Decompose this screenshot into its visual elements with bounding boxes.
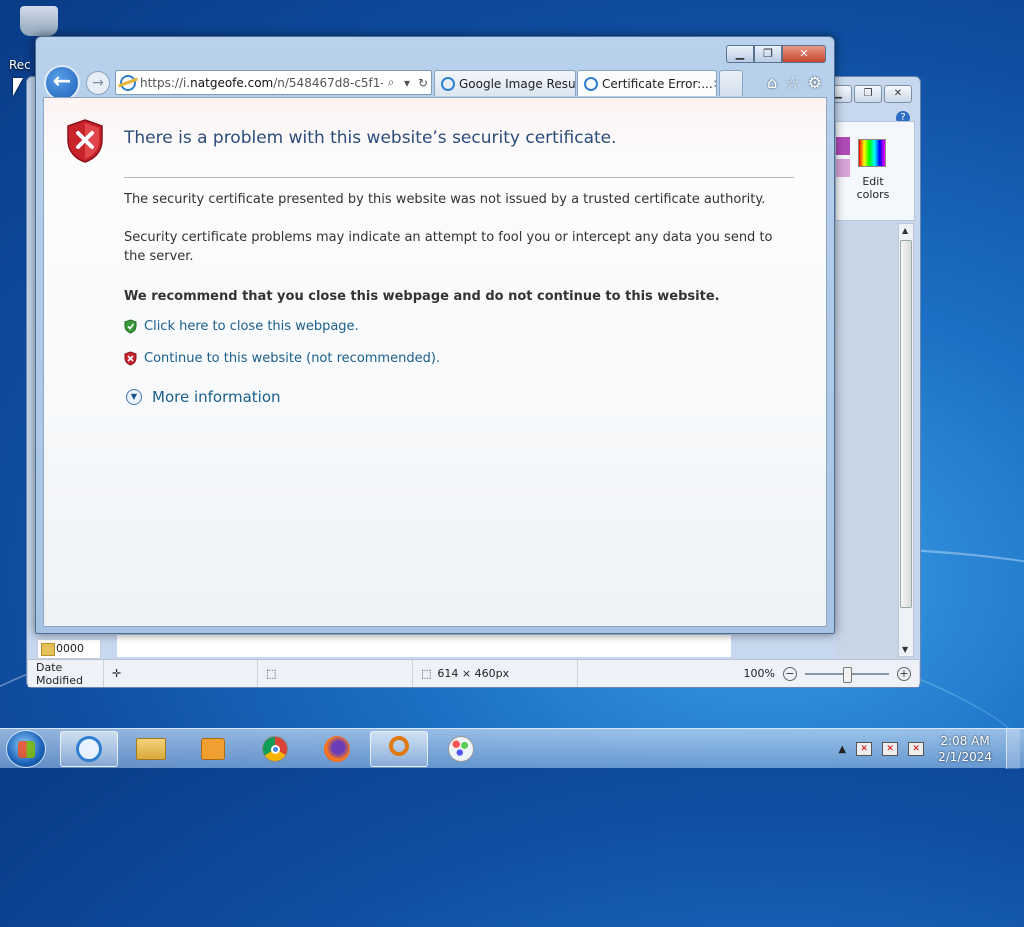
page-title: There is a problem with this website’s s… xyxy=(124,128,617,148)
show-desktop-button[interactable] xyxy=(1006,729,1020,769)
taskbar-paint-icon[interactable] xyxy=(432,731,490,767)
network-icon[interactable]: ✕ xyxy=(882,742,899,756)
zoom-controls: 100% − + xyxy=(578,660,919,687)
color-swatch[interactable] xyxy=(836,137,850,155)
date-modified-label: Date Modified xyxy=(28,660,104,687)
recycle-bin-icon[interactable] xyxy=(20,6,58,36)
page-content: There is a problem with this website’s s… xyxy=(43,97,827,627)
edit-colors-icon[interactable] xyxy=(858,139,886,167)
address-url[interactable]: https://i.natgeofe.com/n/548467d8-c5f1-4… xyxy=(140,76,383,90)
internet-explorer-window[interactable]: ▁ ❐ ✕ ← → https://i.natgeofe.com/n/54846… xyxy=(35,36,835,634)
warning-paragraph: Security certificate problems may indica… xyxy=(124,230,773,264)
clock[interactable]: 2:08 AM 2/1/2024 xyxy=(938,733,992,765)
favorites-icon[interactable]: ☆ xyxy=(785,73,799,92)
scroll-up-icon[interactable]: ▲ xyxy=(902,226,908,235)
ie-icon xyxy=(584,76,598,91)
volume-muted-icon[interactable]: ✕ xyxy=(908,742,925,756)
continue-link-text[interactable]: Continue to this website (not recommende… xyxy=(144,351,440,366)
minimize-button[interactable]: ▁ xyxy=(726,45,754,63)
ie-window-controls: ▁ ❐ ✕ xyxy=(726,45,826,63)
gear-icon[interactable]: ⚙ xyxy=(808,73,822,92)
divider xyxy=(124,177,794,178)
red-shield-icon xyxy=(124,351,137,366)
recommendation-text: We recommend that you close this webpage… xyxy=(124,289,720,304)
url-host: natgeofe.com xyxy=(190,75,274,90)
cursor-position-icon: ✛ xyxy=(104,660,258,687)
image-size: ⬚ 614 × 460px xyxy=(413,660,578,687)
zoom-level: 100% xyxy=(743,667,775,680)
start-button[interactable] xyxy=(6,730,46,768)
folder-item[interactable]: 0000 xyxy=(37,639,101,659)
system-tray: ▲ ✕ ✕ ✕ 2:08 AM 2/1/2024 xyxy=(838,729,1024,769)
warning-paragraph: The security certificate presented by th… xyxy=(124,192,766,207)
expand-chevron-icon: ▼ xyxy=(126,389,142,405)
taskbar-ie-icon[interactable] xyxy=(60,731,118,767)
forward-button[interactable]: → xyxy=(86,71,110,95)
vertical-scrollbar[interactable]: ▲ ▼ xyxy=(898,223,914,657)
zoom-slider[interactable] xyxy=(805,666,889,683)
image-size-icon: ⬚ xyxy=(421,667,432,680)
clock-time: 2:08 AM xyxy=(940,734,990,748)
url-path: /n/548467d8-c5f1-455 xyxy=(273,75,383,90)
paint-status-bar: Date Modified ✛ ⬚ ⬚ 614 × 460px 100% − + xyxy=(28,659,919,687)
new-tab-button[interactable] xyxy=(719,70,743,96)
show-hidden-icons-icon[interactable]: ▲ xyxy=(838,744,846,755)
image-canvas[interactable] xyxy=(117,635,731,657)
mouse-cursor-icon xyxy=(13,78,23,96)
ie-icon xyxy=(441,76,455,91)
scroll-down-icon[interactable]: ▼ xyxy=(902,645,908,654)
maximize-button[interactable]: ❐ xyxy=(754,45,782,63)
tab-google-image-results[interactable]: Google Image Resu... xyxy=(434,70,576,96)
more-information-toggle[interactable]: ▼ More information xyxy=(126,388,281,406)
close-webpage-link[interactable]: Click here to close this webpage. xyxy=(124,319,359,334)
close-webpage-link-text[interactable]: Click here to close this webpage. xyxy=(144,319,359,334)
edit-colors-button[interactable]: Edit colors xyxy=(853,175,893,201)
clock-date: 2/1/2024 xyxy=(938,750,992,764)
desktop-icon-label: Rec xyxy=(9,58,31,72)
selection-size-icon: ⬚ xyxy=(258,660,413,687)
taskbar: ▲ ✕ ✕ ✕ 2:08 AM 2/1/2024 xyxy=(0,728,1024,769)
ie-icon xyxy=(120,74,136,91)
back-button[interactable]: ← xyxy=(44,65,80,101)
address-bar[interactable]: https://i.natgeofe.com/n/548467d8-c5f1-4… xyxy=(115,70,432,95)
close-tab-icon[interactable]: ✕ xyxy=(713,77,716,91)
color-swatch[interactable] xyxy=(836,159,850,177)
continue-to-website-link[interactable]: Continue to this website (not recommende… xyxy=(124,351,440,366)
close-button[interactable]: ✕ xyxy=(782,45,826,63)
tab-certificate-error[interactable]: Certificate Error:... ✕ xyxy=(577,70,717,96)
security-shield-icon xyxy=(67,119,103,163)
tab-label: Certificate Error:... xyxy=(602,76,713,91)
taskbar-media-player-icon[interactable] xyxy=(184,731,242,767)
taskbar-search-icon[interactable] xyxy=(370,731,428,767)
taskbar-explorer-icon[interactable] xyxy=(122,731,180,767)
zoom-out-button[interactable]: − xyxy=(783,666,797,681)
url-scheme: https://i. xyxy=(140,75,191,90)
restore-button[interactable]: ❐ xyxy=(854,85,882,103)
taskbar-chrome-icon[interactable] xyxy=(246,731,304,767)
taskbar-firefox-icon[interactable] xyxy=(308,731,366,767)
home-icon[interactable]: ⌂ xyxy=(767,73,777,92)
action-center-flag-icon[interactable]: ✕ xyxy=(856,742,873,756)
search-icon[interactable]: ⌕ xyxy=(383,75,399,90)
tab-label: Google Image Resu... xyxy=(459,76,576,91)
ie-toolbar-icons: ⌂ ☆ ⚙ xyxy=(767,73,822,92)
scrollbar-thumb[interactable] xyxy=(900,240,912,608)
green-shield-icon xyxy=(124,319,137,334)
image-size-text: 614 × 460px xyxy=(437,667,510,680)
more-information-text[interactable]: More information xyxy=(152,388,281,406)
zoom-in-button[interactable]: + xyxy=(897,666,911,681)
paint-window-controls: ▁ ❐ ✕ xyxy=(824,85,912,103)
dropdown-icon[interactable]: ▾ xyxy=(399,76,415,90)
canvas-area xyxy=(835,223,905,663)
close-button[interactable]: ✕ xyxy=(884,85,912,103)
refresh-icon[interactable]: ↻ xyxy=(415,76,431,90)
